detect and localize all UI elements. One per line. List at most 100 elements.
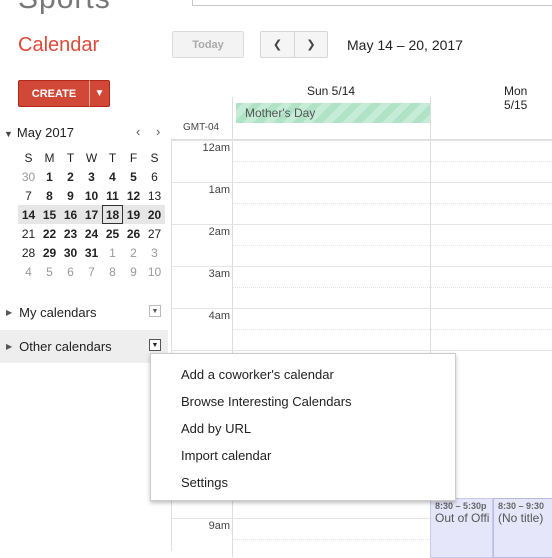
mini-next-month-button[interactable]: ›: [156, 124, 160, 139]
mini-calendar-title[interactable]: ▼ May 2017: [4, 125, 74, 140]
timezone-label: GMT-04: [183, 122, 220, 133]
hour-line: [172, 350, 552, 351]
weekday-header: T: [108, 150, 117, 165]
mini-day[interactable]: 10: [144, 262, 165, 281]
mini-day[interactable]: 16: [60, 205, 81, 224]
hour-label: 2am: [208, 226, 230, 238]
mini-day[interactable]: 9: [60, 186, 81, 205]
hour-label: 9am: [208, 520, 230, 532]
search-box[interactable]: [192, 0, 552, 6]
date-range-label: May 14 – 20, 2017: [347, 37, 463, 53]
mini-day[interactable]: 27: [144, 224, 165, 243]
mini-day[interactable]: 30: [18, 167, 39, 186]
create-button[interactable]: CREATE: [18, 80, 90, 107]
mini-day[interactable]: 1: [102, 243, 123, 262]
weekday-header: M: [44, 150, 55, 165]
mini-day[interactable]: 3: [144, 243, 165, 262]
weekday-header: F: [129, 150, 138, 165]
mini-day[interactable]: 24: [81, 224, 102, 243]
mini-day[interactable]: 4: [102, 167, 123, 186]
app-logo: Sports: [18, 0, 111, 16]
mini-day[interactable]: 11: [102, 186, 123, 205]
day-header-mon[interactable]: Mon 5/15: [504, 84, 552, 112]
day-header-sun[interactable]: Sun 5/14: [307, 84, 355, 98]
mini-calendar-month: May 2017: [16, 125, 75, 140]
mini-day[interactable]: 7: [18, 186, 39, 205]
mini-day[interactable]: 29: [39, 243, 60, 262]
mini-day[interactable]: 2: [60, 167, 81, 186]
prev-week-button[interactable]: ❮: [260, 31, 295, 58]
other-calendars-section[interactable]: ▶ Other calendars ▼: [0, 330, 168, 363]
today-button[interactable]: Today: [172, 31, 244, 58]
collapse-triangle-icon: ▼: [4, 129, 13, 139]
mini-day[interactable]: 28: [18, 243, 39, 262]
mini-calendar: S M T W T F S 30 1 2 3 4 5 6 7 8 9 10 11…: [18, 148, 165, 281]
other-calendars-dropdown-icon[interactable]: ▼: [149, 339, 161, 351]
mini-day[interactable]: 9: [123, 262, 144, 281]
mini-day[interactable]: 23: [60, 224, 81, 243]
mini-day[interactable]: 20: [144, 205, 165, 224]
create-dropdown-button[interactable]: ▼: [89, 80, 110, 107]
mini-day[interactable]: 2: [123, 243, 144, 262]
mini-day[interactable]: 25: [102, 224, 123, 243]
hour-line: [172, 182, 552, 183]
menu-item-import-calendar[interactable]: Import calendar: [151, 442, 455, 469]
menu-item-add-by-url[interactable]: Add by URL: [151, 415, 455, 442]
mini-day[interactable]: 1: [39, 167, 60, 186]
mini-day[interactable]: 4: [18, 262, 39, 281]
caret-down-icon: ▼: [94, 88, 105, 99]
my-calendars-section[interactable]: ▶ My calendars ▼: [0, 296, 168, 329]
page-title: Calendar: [18, 34, 100, 56]
half-hour-line: [233, 287, 552, 288]
mini-day[interactable]: 6: [60, 262, 81, 281]
mini-day[interactable]: 5: [123, 167, 144, 186]
mini-day[interactable]: 31: [81, 243, 102, 262]
menu-item-browse-calendars[interactable]: Browse Interesting Calendars: [151, 388, 455, 415]
mini-day[interactable]: 17: [81, 205, 102, 224]
half-hour-line: [233, 203, 552, 204]
weekday-header: W: [85, 150, 98, 165]
mini-day[interactable]: 12: [123, 186, 144, 205]
chevron-left-icon: ❮: [272, 39, 283, 51]
event-time: 8:30 – 5:30p: [435, 501, 487, 511]
mini-day[interactable]: 7: [81, 262, 102, 281]
mini-day[interactable]: 30: [60, 243, 81, 262]
mini-day[interactable]: 22: [39, 224, 60, 243]
my-calendars-label: My calendars: [19, 305, 97, 320]
mini-day[interactable]: 8: [102, 262, 123, 281]
mini-day[interactable]: 13: [144, 186, 165, 205]
weekday-header: S: [24, 150, 33, 165]
calendar-event[interactable]: 8:30 – 9:30 (No title): [493, 498, 552, 558]
hour-line: [172, 308, 552, 309]
calendar-event[interactable]: 8:30 – 5:30p Out of Offi: [430, 498, 493, 558]
next-week-button[interactable]: ❯: [294, 31, 328, 58]
mini-day[interactable]: 21: [18, 224, 39, 243]
all-day-event[interactable]: Mother's Day: [236, 103, 431, 123]
my-calendars-dropdown-icon[interactable]: ▼: [149, 305, 161, 317]
half-hour-line: [233, 161, 552, 162]
expand-triangle-icon: ▶: [6, 342, 13, 351]
mini-day[interactable]: 15: [39, 205, 60, 224]
weekday-header: T: [66, 150, 75, 165]
mini-prev-month-button[interactable]: ‹: [136, 124, 140, 139]
mini-day[interactable]: 26: [123, 224, 144, 243]
menu-item-settings[interactable]: Settings: [151, 469, 455, 496]
half-hour-line: [233, 329, 552, 330]
weekday-header: S: [150, 150, 159, 165]
event-title: (No title): [498, 511, 544, 525]
hour-label: 1am: [208, 184, 230, 196]
mini-day[interactable]: 19: [123, 205, 144, 224]
event-title: Out of Offi: [435, 511, 490, 525]
half-hour-line: [233, 245, 552, 246]
menu-item-add-coworker[interactable]: Add a coworker's calendar: [151, 361, 455, 388]
mini-day[interactable]: 5: [39, 262, 60, 281]
mini-day[interactable]: 10: [81, 186, 102, 205]
mini-day[interactable]: 8: [39, 186, 60, 205]
mini-day[interactable]: 14: [18, 205, 39, 224]
mini-day-today[interactable]: 18: [102, 205, 123, 224]
expand-triangle-icon: ▶: [6, 308, 13, 317]
mini-day[interactable]: 3: [81, 167, 102, 186]
event-time: 8:30 – 9:30: [498, 501, 545, 511]
hour-line: [172, 266, 552, 267]
mini-day[interactable]: 6: [144, 167, 165, 186]
